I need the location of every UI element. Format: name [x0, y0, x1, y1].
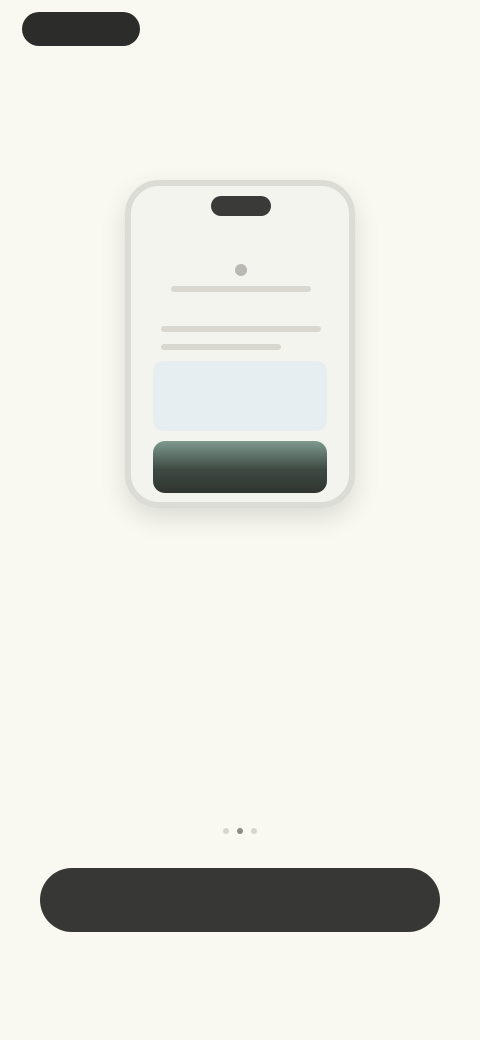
page-dot — [223, 828, 229, 834]
phone-notch — [211, 196, 271, 216]
mockup-text-line — [161, 326, 321, 332]
page-dot-active — [237, 828, 243, 834]
mockup-text-line — [171, 286, 311, 292]
phone-mockup-illustration — [125, 180, 355, 508]
mockup-card — [153, 361, 327, 431]
mockup-text-line — [161, 344, 281, 350]
mockup-photo — [153, 441, 327, 493]
continue-button[interactable] — [40, 868, 440, 932]
dynamic-island — [22, 12, 140, 46]
mockup-avatar-icon — [235, 264, 247, 276]
page-dot — [251, 828, 257, 834]
page-indicator — [0, 828, 480, 834]
